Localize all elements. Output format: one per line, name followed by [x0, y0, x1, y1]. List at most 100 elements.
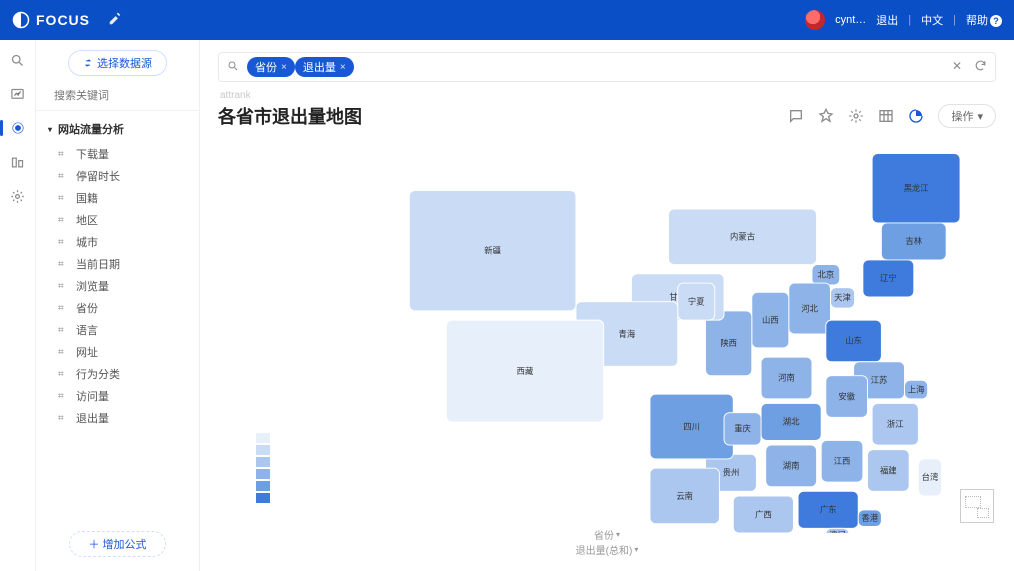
field-icon: ⌗ — [58, 369, 70, 380]
svg-text:浙江: 浙江 — [887, 419, 904, 429]
svg-text:吉林: 吉林 — [905, 236, 922, 246]
map-inset — [960, 489, 994, 523]
svg-text:江苏: 江苏 — [871, 375, 888, 385]
app-name: FOCUS — [36, 12, 90, 28]
main: 省份 ×退出量 × ✕ attrank 各省市退出量地图 操作▾ 黑龙江吉林辽宁… — [200, 40, 1014, 571]
svg-text:广西: 广西 — [755, 509, 772, 519]
field-icon: ⌗ — [58, 413, 70, 424]
tree-item[interactable]: ⌗网址 — [48, 341, 191, 363]
clear-icon[interactable]: ✕ — [952, 59, 962, 75]
topbar-right: cynt… 退出 | 中文 | 帮助? — [805, 10, 1002, 30]
svg-text:新疆: 新疆 — [484, 245, 501, 255]
nav-rail — [0, 40, 36, 571]
topbar: FOCUS cynt… 退出 | 中文 | 帮助? — [0, 0, 1014, 40]
field-icon: ⌗ — [58, 149, 70, 160]
tree-item[interactable]: ⌗下载量 — [48, 143, 191, 165]
field-icon: ⌗ — [58, 171, 70, 182]
tree-item[interactable]: ⌗行为分类 — [48, 363, 191, 385]
svg-text:陕西: 陕西 — [720, 338, 737, 348]
query-chip[interactable]: 省份 × — [247, 57, 295, 77]
toolbar: 操作▾ — [788, 104, 996, 128]
query-bar[interactable]: 省份 ×退出量 × ✕ — [218, 52, 996, 82]
lang-link[interactable]: 中文 — [921, 12, 943, 28]
tree-item[interactable]: ⌗省份 — [48, 297, 191, 319]
edit-icon[interactable] — [108, 12, 122, 29]
svg-text:台湾: 台湾 — [922, 472, 939, 482]
field-icon: ⌗ — [58, 347, 70, 358]
field-icon: ⌗ — [58, 303, 70, 314]
table-icon[interactable] — [878, 108, 894, 124]
color-legend — [256, 433, 270, 503]
help-link[interactable]: 帮助? — [966, 12, 1002, 28]
svg-text:北京: 北京 — [818, 270, 835, 280]
datasource-button[interactable]: 选择数据源 — [68, 50, 167, 76]
tree-header[interactable]: ▾网站流量分析 — [48, 121, 191, 137]
refresh-icon[interactable] — [974, 59, 987, 75]
search-icon — [227, 60, 239, 75]
tree-item[interactable]: ⌗停留时长 — [48, 165, 191, 187]
field-search[interactable] — [36, 86, 199, 111]
avatar[interactable] — [805, 10, 825, 30]
user-name[interactable]: cynt… — [835, 14, 866, 26]
search-icon[interactable] — [10, 52, 26, 68]
svg-text:贵州: 贵州 — [723, 468, 740, 478]
pin-icon[interactable] — [818, 108, 834, 124]
page-title: 各省市退出量地图 — [218, 103, 362, 129]
query-chip[interactable]: 退出量 × — [295, 57, 354, 77]
settings-icon[interactable] — [10, 188, 26, 204]
close-icon[interactable]: × — [281, 62, 287, 73]
china-map[interactable]: 黑龙江吉林辽宁北京天津河北内蒙古山西山东河南江苏上海安徽浙江湖北湖南江西福建台湾… — [378, 135, 996, 533]
axis-labels: 省份 ▾ 退出量(总和) ▾ — [576, 527, 639, 557]
field-icon: ⌗ — [58, 281, 70, 292]
tree-item[interactable]: ⌗语言 — [48, 319, 191, 341]
svg-text:山西: 山西 — [762, 315, 779, 325]
close-icon[interactable]: × — [340, 62, 346, 73]
operations-button[interactable]: 操作▾ — [938, 104, 996, 128]
chart-type-icon[interactable] — [908, 108, 924, 124]
tree-item[interactable]: ⌗浏览量 — [48, 275, 191, 297]
logout-link[interactable]: 退出 — [876, 12, 898, 28]
tree-item[interactable]: ⌗地区 — [48, 209, 191, 231]
svg-text:上海: 上海 — [908, 384, 925, 394]
tree-item[interactable]: ⌗访问量 — [48, 385, 191, 407]
logo-icon — [12, 11, 30, 29]
data-icon[interactable] — [10, 154, 26, 170]
svg-text:澳门: 澳门 — [829, 530, 846, 533]
field-tree: ▾网站流量分析 ⌗下载量⌗停留时长⌗国籍⌗地区⌗城市⌗当前日期⌗浏览量⌗省份⌗语… — [36, 111, 199, 531]
comment-icon[interactable] — [788, 108, 804, 124]
svg-text:黑龙江: 黑龙江 — [904, 183, 929, 193]
svg-text:江西: 江西 — [834, 456, 851, 466]
chart-area: 黑龙江吉林辽宁北京天津河北内蒙古山西山东河南江苏上海安徽浙江湖北湖南江西福建台湾… — [218, 135, 996, 563]
swap-icon — [83, 58, 93, 68]
svg-text:重庆: 重庆 — [734, 424, 751, 434]
svg-text:湖南: 湖南 — [783, 461, 800, 471]
svg-text:青海: 青海 — [619, 329, 636, 339]
field-icon: ⌗ — [58, 193, 70, 204]
add-formula-button[interactable]: ＋ 增加公式 — [69, 531, 165, 557]
svg-text:云南: 云南 — [676, 491, 693, 501]
tree-item[interactable]: ⌗退出量 — [48, 407, 191, 429]
svg-text:辽宁: 辽宁 — [880, 273, 897, 283]
tree-item[interactable]: ⌗国籍 — [48, 187, 191, 209]
field-icon: ⌗ — [58, 259, 70, 270]
app-logo[interactable]: FOCUS — [12, 11, 90, 29]
dashboard-icon[interactable] — [10, 86, 26, 102]
gear-icon[interactable] — [848, 108, 864, 124]
chevron-down-icon: ▾ — [977, 110, 983, 123]
svg-text:内蒙古: 内蒙古 — [730, 232, 755, 242]
svg-text:广东: 广东 — [820, 505, 837, 515]
svg-text:西藏: 西藏 — [517, 366, 534, 376]
svg-text:河南: 河南 — [778, 373, 795, 383]
svg-text:山东: 山东 — [845, 336, 862, 346]
tree-item[interactable]: ⌗当前日期 — [48, 253, 191, 275]
breadcrumb: attrank — [220, 90, 994, 101]
tree-item[interactable]: ⌗城市 — [48, 231, 191, 253]
svg-text:安徽: 安徽 — [838, 391, 855, 401]
caret-down-icon: ▾ — [48, 125, 52, 134]
svg-text:河北: 河北 — [801, 303, 818, 313]
svg-text:湖北: 湖北 — [783, 417, 800, 427]
svg-text:福建: 福建 — [880, 465, 897, 475]
field-search-input[interactable] — [54, 90, 196, 102]
pin-nav-icon[interactable] — [10, 120, 26, 136]
sidebar: 选择数据源 ▾网站流量分析 ⌗下载量⌗停留时长⌗国籍⌗地区⌗城市⌗当前日期⌗浏览… — [36, 40, 200, 571]
